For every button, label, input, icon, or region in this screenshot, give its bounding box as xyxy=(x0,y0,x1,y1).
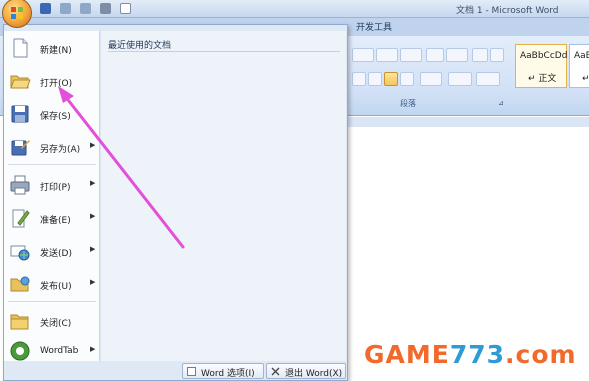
submenu-arrow-icon: ▶ xyxy=(90,212,96,220)
menu-item-save-as[interactable]: 另存为(A) ▶ xyxy=(4,130,100,163)
send-globe-icon xyxy=(10,245,30,261)
tab-developer[interactable]: 开发工具 xyxy=(356,20,392,33)
show-marks-button[interactable] xyxy=(490,48,504,62)
print-quick-icon[interactable] xyxy=(100,3,111,14)
menu-item-label: 保存(S) xyxy=(40,112,71,122)
menu-item-new[interactable]: 新建(N) xyxy=(4,31,100,64)
redo-quick-icon[interactable] xyxy=(80,3,91,14)
options-icon xyxy=(187,367,196,376)
new-quick-icon[interactable] xyxy=(120,3,131,14)
style-no-spacing[interactable]: AaBl ↵ 无 xyxy=(569,44,589,88)
save-quick-icon[interactable] xyxy=(40,3,51,14)
menu-item-publish[interactable]: 发布(U) ▶ xyxy=(4,267,100,300)
exit-x-icon xyxy=(271,367,280,376)
menu-item-label: 发布(U) xyxy=(40,282,72,292)
close-folder-icon xyxy=(10,314,29,330)
recent-divider xyxy=(108,51,340,52)
menu-item-label: WordTab xyxy=(40,346,79,356)
style-name: ↵ 无 xyxy=(582,74,589,84)
menu-item-label: 另存为(A) xyxy=(40,145,81,155)
submenu-arrow-icon: ▶ xyxy=(90,245,96,253)
window-title: 文档 1 - Microsoft Word xyxy=(456,6,559,16)
publish-folder-icon xyxy=(10,276,30,292)
justify-button[interactable] xyxy=(384,72,398,86)
menu-item-send[interactable]: 发送(D) ▶ xyxy=(4,234,100,267)
shading-button[interactable] xyxy=(448,72,472,86)
title-bar: 文档 1 - Microsoft Word xyxy=(0,0,589,18)
submenu-arrow-icon: ▶ xyxy=(90,179,96,187)
menu-item-close[interactable]: 关闭(C) xyxy=(4,304,100,337)
save-disk-icon xyxy=(11,105,29,123)
submenu-arrow-icon: ▶ xyxy=(90,345,96,353)
style-name: ↵ 正文 xyxy=(528,74,557,84)
line-spacing-button[interactable] xyxy=(420,72,442,86)
prepare-pencil-icon xyxy=(12,209,30,228)
distributed-button[interactable] xyxy=(400,72,414,86)
numbering-button[interactable] xyxy=(376,48,398,62)
submenu-arrow-icon: ▶ xyxy=(90,278,96,286)
ruler xyxy=(346,117,589,127)
menu-item-label: 打印(P) xyxy=(40,183,71,193)
menu-commands: 新建(N) 打开(O) 保存(S) 另存为(A) ▶ 打印(P) ▶ 准备(E)… xyxy=(4,31,100,361)
wordtab-icon xyxy=(10,341,30,361)
office-logo-icon xyxy=(11,7,23,19)
menu-separator xyxy=(8,301,96,302)
new-document-icon xyxy=(13,38,28,58)
office-menu: 新建(N) 打开(O) 保存(S) 另存为(A) ▶ 打印(P) ▶ 准备(E)… xyxy=(3,24,348,381)
menu-item-print[interactable]: 打印(P) ▶ xyxy=(4,168,100,201)
style-sample: AaBl xyxy=(574,51,589,61)
menu-item-label: 关闭(C) xyxy=(40,319,72,329)
style-sample: AaBbCcDd xyxy=(520,51,568,61)
multilevel-list-button[interactable] xyxy=(400,48,422,62)
word-window: 文档 1 - Microsoft Word 开发工具 段落 ⊿ AaBbCcDd… xyxy=(0,0,589,381)
bullets-button[interactable] xyxy=(352,48,374,62)
recent-documents-panel: 最近使用的文档 xyxy=(101,31,346,361)
submenu-arrow-icon: ▶ xyxy=(90,141,96,149)
align-center-button[interactable] xyxy=(352,72,366,86)
style-normal[interactable]: AaBbCcDd ↵ 正文 xyxy=(515,44,567,88)
menu-item-label: 打开(O) xyxy=(40,79,73,89)
menu-item-prepare[interactable]: 准备(E) ▶ xyxy=(4,201,100,234)
menu-item-wordtab[interactable]: WordTab ▶ xyxy=(4,334,100,367)
open-folder-icon xyxy=(10,75,31,89)
game773-watermark-logo: GAME773.com xyxy=(364,340,577,369)
save-as-icon xyxy=(11,140,30,156)
exit-word-button[interactable]: 退出 Word(X) xyxy=(266,363,346,379)
word-options-label: Word 选项(I) xyxy=(201,369,255,379)
sort-button[interactable] xyxy=(472,48,488,62)
align-right-button[interactable] xyxy=(368,72,382,86)
undo-quick-icon[interactable] xyxy=(60,3,71,14)
menu-item-save[interactable]: 保存(S) xyxy=(4,97,100,130)
menu-separator xyxy=(8,164,96,165)
chinese-layout-button[interactable] xyxy=(446,48,468,62)
menu-item-label: 准备(E) xyxy=(40,216,71,226)
decrease-indent-button[interactable] xyxy=(426,48,444,62)
paragraph-dialog-launcher-icon[interactable]: ⊿ xyxy=(498,99,504,107)
borders-button[interactable] xyxy=(476,72,500,86)
word-options-button[interactable]: Word 选项(I) xyxy=(182,363,264,379)
exit-word-label: 退出 Word(X) xyxy=(285,369,343,379)
menu-item-label: 发送(D) xyxy=(40,249,72,259)
menu-item-label: 新建(N) xyxy=(40,46,72,56)
printer-icon xyxy=(10,175,30,195)
menu-item-open[interactable]: 打开(O) xyxy=(4,64,100,97)
recent-documents-title: 最近使用的文档 xyxy=(108,41,172,51)
paragraph-group-label: 段落 xyxy=(400,99,416,108)
